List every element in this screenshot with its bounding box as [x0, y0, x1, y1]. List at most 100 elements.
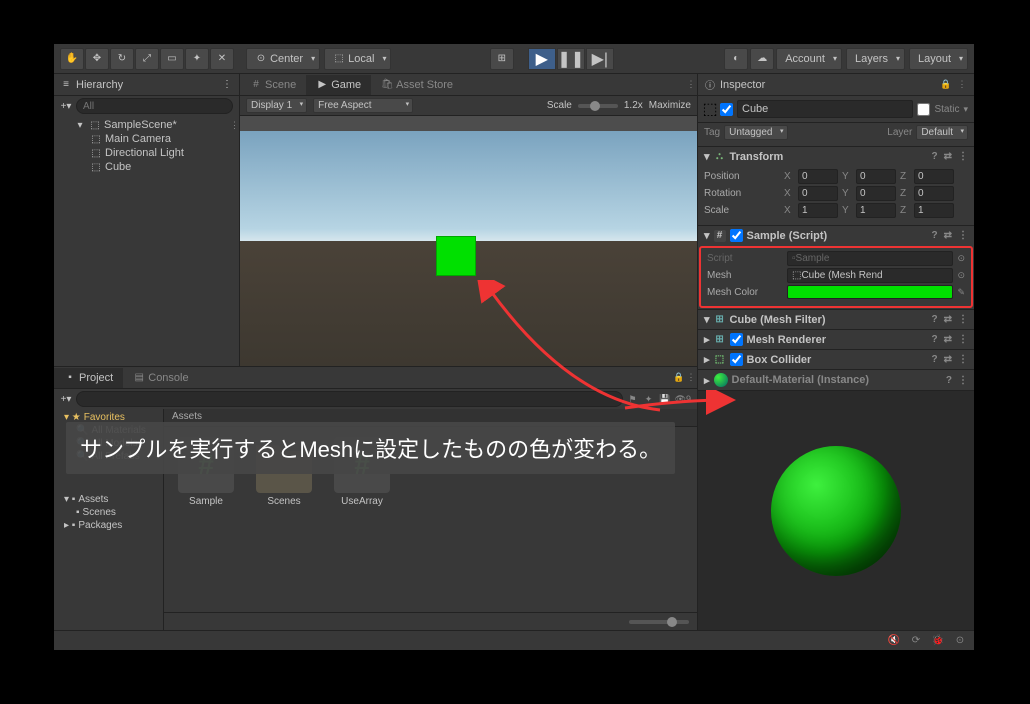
- component-enabled-checkbox[interactable]: [730, 229, 743, 242]
- menu-icon[interactable]: ⋮: [958, 314, 968, 325]
- material-header[interactable]: ▸Default-Material (Instance)?⋮: [698, 370, 974, 390]
- menu-icon[interactable]: ⋮: [958, 354, 968, 365]
- filter-icon[interactable]: ✦: [643, 393, 655, 405]
- preset-icon[interactable]: ⇄: [944, 230, 952, 241]
- move-tool[interactable]: ✥: [85, 48, 109, 70]
- preset-icon[interactable]: ⇄: [944, 151, 952, 162]
- hierarchy-item-cube[interactable]: ⬚Cube: [54, 160, 239, 174]
- panel-menu-icon[interactable]: ⋮: [685, 79, 697, 91]
- display-dropdown[interactable]: Display 1: [246, 98, 307, 113]
- hidden-count[interactable]: 👁9: [675, 394, 691, 405]
- rect-tool[interactable]: ▭: [160, 48, 184, 70]
- meshcolor-field[interactable]: [787, 285, 953, 299]
- menu-icon[interactable]: ⋮: [958, 334, 968, 345]
- add-icon[interactable]: +▾: [60, 100, 72, 112]
- tag-dropdown[interactable]: Untagged: [724, 125, 787, 140]
- preset-icon[interactable]: ⇄: [944, 334, 952, 345]
- pos-x[interactable]: [798, 169, 838, 184]
- menu-icon[interactable]: ⋮: [958, 230, 968, 241]
- pos-z[interactable]: [914, 169, 954, 184]
- tab-project[interactable]: ▪Project: [54, 368, 123, 388]
- pivot-dropdown[interactable]: ⊙ Center: [246, 48, 320, 70]
- help-icon[interactable]: ?: [932, 334, 938, 345]
- add-icon[interactable]: +▾: [60, 393, 72, 405]
- snap-button[interactable]: ⊞: [490, 48, 514, 70]
- help-icon[interactable]: ?: [932, 151, 938, 162]
- static-checkbox[interactable]: [917, 103, 930, 116]
- scale-tool[interactable]: ⤢: [135, 48, 159, 70]
- rot-x[interactable]: [798, 186, 838, 201]
- project-search[interactable]: [76, 391, 623, 407]
- help-icon[interactable]: ?: [946, 375, 952, 386]
- menu-icon[interactable]: ⋮: [958, 151, 968, 162]
- filter-icon[interactable]: ⚑: [627, 393, 639, 405]
- status-icon[interactable]: ⊙: [954, 635, 966, 647]
- custom-tool[interactable]: ✕: [210, 48, 234, 70]
- collab-button[interactable]: ◐: [724, 48, 748, 70]
- static-dropdown-icon[interactable]: ▾: [963, 104, 968, 115]
- rot-y[interactable]: [856, 186, 896, 201]
- picker-icon[interactable]: ⊙: [957, 270, 965, 281]
- sample-header[interactable]: ▾ # Sample (Script) ?⇄⋮: [698, 226, 974, 245]
- cloud-button[interactable]: ☁: [750, 48, 774, 70]
- play-button[interactable]: ▶: [528, 48, 556, 70]
- layers-dropdown[interactable]: Layers: [846, 48, 905, 70]
- object-name-input[interactable]: [737, 100, 913, 118]
- tab-scene[interactable]: #Scene: [240, 75, 306, 95]
- pause-button[interactable]: ❚❚: [557, 48, 585, 70]
- help-icon[interactable]: ?: [932, 314, 938, 325]
- tab-assetstore[interactable]: 🛍Asset Store: [371, 75, 463, 95]
- help-icon[interactable]: ?: [932, 230, 938, 241]
- lock-icon[interactable]: 🔒: [940, 79, 952, 91]
- preset-icon[interactable]: ⇄: [944, 314, 952, 325]
- transform-tool[interactable]: ✦: [185, 48, 209, 70]
- scene-item[interactable]: ▾ ⬚ SampleScene* ⋮: [54, 118, 239, 132]
- step-button[interactable]: ▶|: [586, 48, 614, 70]
- panel-menu-icon[interactable]: ⋮: [956, 79, 968, 91]
- scl-x[interactable]: [798, 203, 838, 218]
- layer-dropdown[interactable]: Default: [916, 125, 968, 140]
- aspect-dropdown[interactable]: Free Aspect: [313, 98, 413, 113]
- preset-icon[interactable]: ⇄: [944, 354, 952, 365]
- scl-y[interactable]: [856, 203, 896, 218]
- eyedropper-icon[interactable]: ✎: [957, 287, 965, 298]
- rotate-tool[interactable]: ↻: [110, 48, 134, 70]
- hierarchy-item-camera[interactable]: ⬚Main Camera: [54, 132, 239, 146]
- handle-dropdown[interactable]: ⬚ Local: [324, 48, 391, 70]
- layout-dropdown[interactable]: Layout: [909, 48, 968, 70]
- rot-z[interactable]: [914, 186, 954, 201]
- scl-z[interactable]: [914, 203, 954, 218]
- mesh-field[interactable]: ⬚ Cube (Mesh Rend: [787, 268, 953, 283]
- meshrenderer-header[interactable]: ▸⊞Mesh Renderer?⇄⋮: [698, 330, 974, 349]
- packages-folder[interactable]: ▸ ▪ Packages: [54, 519, 163, 532]
- thumb-size-slider[interactable]: [629, 620, 689, 624]
- panel-menu-icon[interactable]: ⋮: [221, 79, 233, 91]
- maximize-label[interactable]: Maximize: [649, 100, 691, 111]
- hierarchy-search[interactable]: [76, 98, 233, 114]
- scenes-folder[interactable]: ▪ Scenes: [54, 506, 163, 519]
- hand-tool[interactable]: ✋: [60, 48, 84, 70]
- meshfilter-header[interactable]: ▾⊞Cube (Mesh Filter)?⇄⋮: [698, 310, 974, 329]
- panel-menu-icon[interactable]: ⋮: [685, 372, 697, 384]
- help-icon[interactable]: ?: [932, 354, 938, 365]
- menu-icon[interactable]: ⋮: [958, 375, 968, 386]
- transform-header[interactable]: ▾ ⛬ Transform ?⇄⋮: [698, 147, 974, 166]
- debug-icon[interactable]: 🐞: [932, 635, 944, 647]
- tab-game[interactable]: ▶Game: [306, 75, 371, 95]
- component-enabled-checkbox[interactable]: [730, 353, 743, 366]
- component-enabled-checkbox[interactable]: [730, 333, 743, 346]
- audio-icon[interactable]: 🔇: [888, 635, 900, 647]
- save-icon[interactable]: 💾: [659, 393, 671, 405]
- autogen-icon[interactable]: ⟳: [910, 635, 922, 647]
- assets-folder[interactable]: ▾ ▪ Assets: [54, 493, 163, 506]
- active-checkbox[interactable]: [720, 103, 733, 116]
- hierarchy-item-light[interactable]: ⬚Directional Light: [54, 146, 239, 160]
- picker-icon[interactable]: ⊙: [957, 253, 965, 264]
- script-field[interactable]: ▫ Sample: [787, 251, 953, 266]
- account-dropdown[interactable]: Account: [776, 48, 842, 70]
- tab-console[interactable]: ▤Console: [123, 368, 198, 388]
- pos-y[interactable]: [856, 169, 896, 184]
- boxcollider-header[interactable]: ▸⬚Box Collider?⇄⋮: [698, 350, 974, 369]
- scene-menu-icon[interactable]: ⋮: [230, 120, 239, 131]
- scale-slider[interactable]: [578, 104, 618, 108]
